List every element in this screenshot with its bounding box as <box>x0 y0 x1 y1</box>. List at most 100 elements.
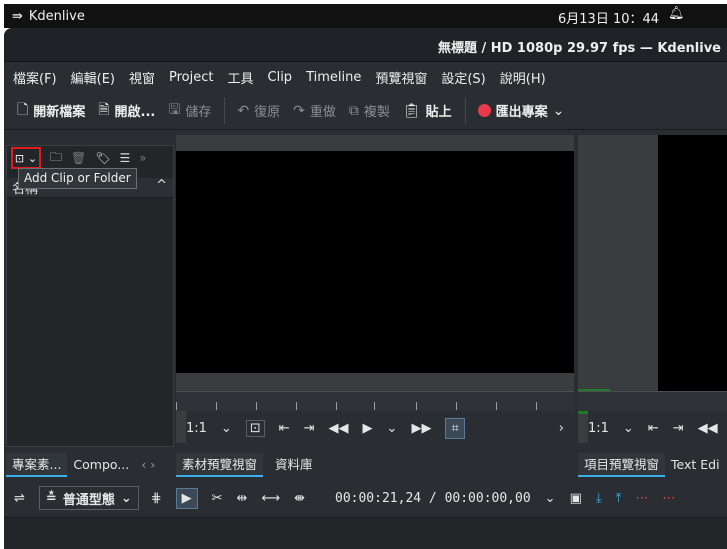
extract-icon[interactable]: ⋯ <box>662 491 675 506</box>
app-indicator[interactable]: ⇛ Kdenlive <box>12 9 85 24</box>
timeline-timecode[interactable]: 00:00:21,24 / 00:00:00,00 <box>335 491 531 506</box>
system-top-bar: ⇛ Kdenlive 6月13日 10：44 🔔︎ <box>4 4 727 28</box>
track-mode-combo[interactable]: ≛ 普通型態 ⌄ <box>38 486 139 510</box>
new-folder-icon[interactable]: 🗀 <box>50 148 62 169</box>
window-titlebar: 無標題 / HD 1080p 29.97 fps — Kdenlive <box>4 28 727 62</box>
track-mode-value: 普通型態 <box>62 492 115 508</box>
track-mode-icon: ≛ <box>45 490 57 506</box>
chevron-down-icon[interactable]: ⌄ <box>623 421 634 436</box>
undo-label: 復原 <box>254 105 281 120</box>
menu-help[interactable]: 說明(H) <box>500 68 555 87</box>
tab-project-monitor[interactable]: 項目預覽視窗 <box>578 453 666 477</box>
main-toolbar: 🗋 開新檔案 🗎 開啟... 🖫 儲存 ↶ 復原 ↷ 重做 ⧉ 複製 📋︎ 貼上 匯出專案 ⌄ <box>4 92 727 130</box>
paste-label: 貼上 <box>425 105 452 120</box>
insert-icon[interactable]: ⊡ <box>245 419 265 437</box>
more-icon[interactable]: » <box>139 151 146 165</box>
clip-zoom-value[interactable]: 1:1 <box>186 421 207 436</box>
snap-icon[interactable]: ⋕ <box>151 491 162 506</box>
chevron-right-icon[interactable]: › <box>559 421 564 436</box>
delete-icon[interactable]: 🗑 <box>71 151 86 165</box>
menu-settings[interactable]: 設定(S) <box>441 68 494 87</box>
set-in-point-icon[interactable]: ⇤ <box>648 421 659 436</box>
clip-monitor-video <box>176 151 574 373</box>
track-settings-icon[interactable]: ⇌ <box>14 491 25 506</box>
kdenlive-window: 無標題 / HD 1080p 29.97 fps — Kdenlive 檔案(F… <box>4 28 727 549</box>
chevron-down-icon[interactable]: ⌄ <box>221 421 232 436</box>
redo-button[interactable]: ↷ 重做 <box>293 101 336 121</box>
ripple-tool-icon[interactable]: ⟷ <box>261 491 280 506</box>
tab-scroll-arrows-icon[interactable]: ‹ › <box>135 453 161 477</box>
menu-file[interactable]: 檔案(F) <box>13 68 66 87</box>
notification-bell-icon[interactable]: 🔔︎ <box>668 6 685 21</box>
save-label: 儲存 <box>185 105 212 120</box>
undo-button[interactable]: ↶ 復原 <box>237 101 281 121</box>
split-view-icon[interactable]: ▣ <box>570 491 582 506</box>
project-zoom-value[interactable]: 1:1 <box>588 421 609 436</box>
tab-library[interactable]: 資料庫 <box>269 453 319 477</box>
tag-icon[interactable]: 🏷 <box>95 151 110 165</box>
menu-view[interactable]: 視窗 <box>129 68 164 87</box>
render-button[interactable]: 匯出專案 ⌄ <box>477 101 564 120</box>
menu-monitor[interactable]: 預覽視窗 <box>375 68 436 87</box>
overwrite-icon[interactable]: ⤒ <box>616 491 622 506</box>
set-out-point-icon[interactable]: ⇥ <box>304 421 315 436</box>
slip-tool-icon[interactable]: ⇼ <box>294 491 305 506</box>
clip-monitor-ruler[interactable] <box>176 391 574 411</box>
undo-icon: ↶ <box>237 102 250 119</box>
save-button[interactable]: 🖫 儲存 <box>168 99 211 123</box>
rewind-icon[interactable]: ◀◀ <box>329 421 349 436</box>
razor-tool-icon[interactable]: ✂ <box>212 491 223 506</box>
window-title: 無標題 / HD 1080p 29.97 fps — Kdenlive <box>437 41 721 56</box>
menu-tool[interactable]: 工具 <box>227 68 262 87</box>
menu-project[interactable]: Project <box>169 70 222 85</box>
play-icon[interactable]: ▶ <box>363 421 373 436</box>
project-bin: ⊡ ⌄ 🗀 🗑 🏷 ☰ » 名稱 ^ <box>6 145 174 447</box>
redo-label: 重做 <box>309 105 336 120</box>
fast-forward-icon[interactable]: ▶▶ <box>411 421 431 436</box>
clip-monitor: 1:1 ⌄ ⊡ ⇤ ⇥ ◀◀ ▶ ⌄ ▶▶ ⌗ › <box>176 135 574 445</box>
chevron-down-icon: ⌄ <box>120 490 132 506</box>
new-file-icon: 🗋 <box>17 101 29 118</box>
clock[interactable]: 6月13日 10：44 <box>558 8 659 27</box>
redo-icon: ↷ <box>293 102 305 119</box>
menu-timeline[interactable]: Timeline <box>306 70 370 85</box>
hamburger-menu-icon[interactable]: ☰ <box>119 151 130 165</box>
paste-icon: 📋︎ <box>402 102 421 119</box>
insert-to-timeline-icon[interactable]: ⤓ <box>596 491 602 506</box>
crop-icon[interactable]: ⌗ <box>445 417 465 439</box>
add-clip-icon: ⊡ <box>14 151 25 165</box>
set-out-point-icon[interactable]: ⇥ <box>673 421 684 436</box>
chevron-down-icon[interactable]: ⌄ <box>387 421 398 436</box>
project-monitor-tabs: 項目預覽視窗 Text Edi <box>578 453 726 477</box>
clip-monitor-controls: 1:1 ⌄ ⊡ ⇤ ⇥ ◀◀ ▶ ⌄ ▶▶ ⌗ › <box>186 411 574 445</box>
copy-button[interactable]: ⧉ 複製 <box>349 101 390 121</box>
new-project-label: 開新檔案 <box>33 105 86 120</box>
rewind-icon[interactable]: ◀◀ <box>698 421 718 436</box>
open-project-label: 開啟... <box>114 105 156 120</box>
chevron-down-icon[interactable]: ⌄ <box>545 491 556 506</box>
lift-icon[interactable]: ⋯ <box>635 491 648 506</box>
set-in-point-icon[interactable]: ⇤ <box>279 421 290 436</box>
add-clip-button[interactable]: ⊡ ⌄ <box>11 147 41 169</box>
add-clip-tooltip: Add Clip or Folder <box>18 168 137 189</box>
menu-bar: 檔案(F) 編輯(E) 視窗 Project 工具 Clip Timeline … <box>4 62 727 92</box>
timeline-ruler[interactable] <box>4 517 727 549</box>
bin-toolbar: ⊡ ⌄ 🗀 🗑 🏷 ☰ » <box>7 146 173 170</box>
project-monitor-ruler[interactable] <box>578 391 727 411</box>
tab-text-editor[interactable]: Text Edi <box>665 453 726 477</box>
project-monitor-video <box>658 135 727 391</box>
sort-caret-icon: ^ <box>156 178 167 193</box>
paste-button[interactable]: 📋︎ 貼上 <box>402 101 452 121</box>
open-project-button[interactable]: 🗎 開啟... <box>98 99 155 123</box>
menu-clip[interactable]: Clip <box>268 70 302 85</box>
tab-compositions[interactable]: Compo... <box>67 453 135 477</box>
new-project-button[interactable]: 🗋 開新檔案 <box>17 99 85 123</box>
render-icon <box>477 104 491 117</box>
spacer-tool-icon[interactable]: ⇹ <box>237 491 248 506</box>
toolbar-separator <box>224 97 226 124</box>
selection-tool-icon[interactable]: ▶ <box>175 487 198 509</box>
menu-edit[interactable]: 編輯(E) <box>71 68 124 87</box>
save-icon: 🖫 <box>168 101 181 118</box>
tab-clip-monitor[interactable]: 素材預覽視窗 <box>176 453 264 477</box>
tab-project-bin[interactable]: 專案素... <box>6 453 68 477</box>
